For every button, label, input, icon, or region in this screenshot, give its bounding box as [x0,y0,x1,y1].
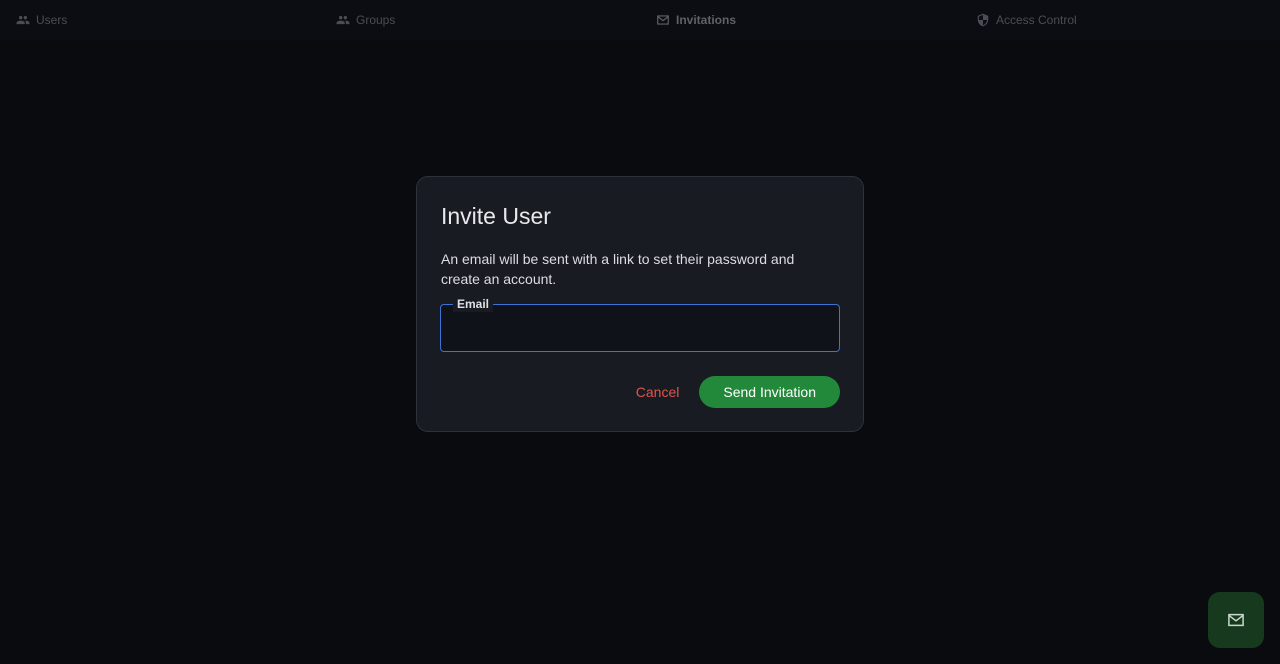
mail-icon [1226,610,1246,630]
dialog-description: An email will be sent with a link to set… [441,251,795,287]
dialog-title: Invite User [441,203,551,229]
send-invitation-button[interactable]: Send Invitation [699,376,840,408]
cancel-button[interactable]: Cancel [626,376,690,408]
invite-fab-button[interactable] [1208,592,1264,648]
invite-user-dialog: Invite User An email will be sent with a… [416,176,864,432]
dialog-actions: Cancel Send Invitation [626,376,840,408]
email-input[interactable] [441,305,839,351]
email-field: Email [440,296,840,352]
